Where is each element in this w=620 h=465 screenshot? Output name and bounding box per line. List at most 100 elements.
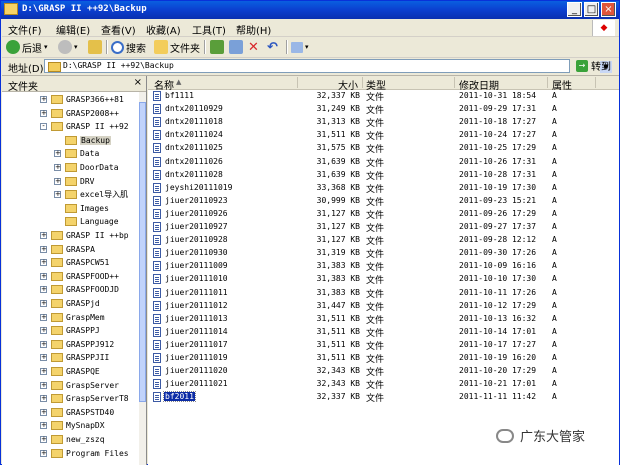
tree-item[interactable]: + DoorData <box>54 161 119 174</box>
menu-favorites[interactable]: 收藏(A) <box>146 22 181 37</box>
search-button[interactable]: 搜索 <box>111 39 146 55</box>
menu-edit[interactable]: 编辑(E) <box>56 22 90 37</box>
maximize-button[interactable]: □ <box>584 2 599 17</box>
expand-icon[interactable]: + <box>40 272 47 280</box>
views-button[interactable]: ▾ <box>291 39 309 55</box>
file-row[interactable]: jiuer20110923 30,999 KB 文件 2011-09-23 15:21… <box>148 195 619 208</box>
tree-item[interactable]: Backup <box>54 134 111 147</box>
tree-item[interactable]: + excel导入肌 <box>54 188 128 201</box>
expand-icon[interactable]: + <box>40 340 47 348</box>
go-button[interactable]: → 转到 <box>576 58 611 73</box>
file-row[interactable]: dntx20111025 31,575 KB 文件 2011-10-25 17:29 A <box>148 142 619 155</box>
tree-item[interactable]: + GRASPPJII <box>40 351 109 364</box>
menu-file[interactable]: 文件(F) <box>8 22 42 37</box>
tree-item[interactable]: + GRASPjd <box>40 297 100 310</box>
back-button[interactable]: 后退 ▾ <box>6 39 48 55</box>
tree-item[interactable]: + GRASPPJ <box>40 324 100 337</box>
expand-icon[interactable]: + <box>40 286 47 294</box>
expand-icon[interactable]: + <box>40 408 47 416</box>
file-row[interactable]: jiuer20110930 31,319 KB 文件 2011-09-30 17:26… <box>148 247 619 260</box>
column-divider[interactable] <box>297 77 298 88</box>
file-row[interactable]: jeyshi20111019 33,368 KB 文件 2011-10-19 17:3… <box>148 182 619 195</box>
file-row[interactable]: jiuer20111009 31,383 KB 文件 2011-10-09 16:16… <box>148 260 619 273</box>
expand-icon[interactable]: + <box>40 245 47 253</box>
expand-icon[interactable]: + <box>40 368 47 375</box>
copy-to-button[interactable] <box>229 39 245 55</box>
tree-item[interactable]: - GRASP II ++92 <box>40 120 129 133</box>
file-row[interactable]: bf2011 32,337 KB 文件 2011-11-11 11:42 A <box>148 391 619 404</box>
tree-item[interactable]: + GraspMem <box>40 311 105 324</box>
tree-item[interactable]: + GRASPCW51 <box>40 256 109 269</box>
expand-icon[interactable]: + <box>40 436 47 443</box>
file-row[interactable]: dntx20110929 31,249 KB 文件 2011-09-29 17:31 A <box>148 103 619 116</box>
scrollbar-thumb[interactable] <box>139 102 146 402</box>
expand-icon[interactable]: + <box>40 300 47 307</box>
expand-icon[interactable]: + <box>54 191 61 199</box>
minimize-button[interactable]: _ <box>567 2 582 17</box>
file-row[interactable]: jiuer20111012 31,447 KB 文件 2011-10-12 17:29… <box>148 300 619 313</box>
expand-icon[interactable]: + <box>40 327 47 335</box>
tree-item[interactable]: Language <box>54 215 119 228</box>
tree-item[interactable]: + GRASP2008++ <box>40 107 119 120</box>
forward-button[interactable]: ▾ <box>58 39 78 55</box>
expand-icon[interactable]: + <box>40 109 47 117</box>
up-folder-button[interactable] <box>88 39 104 55</box>
file-row[interactable]: jiuer20111020 32,343 KB 文件 2011-10-20 17:29… <box>148 365 619 378</box>
expand-icon[interactable]: + <box>54 164 61 171</box>
tree-item[interactable]: + DRV <box>54 175 94 188</box>
tree-item[interactable]: + GraspServer <box>40 379 119 392</box>
close-icon[interactable]: × <box>134 77 142 88</box>
title-bar[interactable]: D:\GRASP II ++92\Backup _ □ × <box>1 1 619 19</box>
expand-icon[interactable]: + <box>40 422 47 430</box>
file-row[interactable]: bf1111 32,337 KB 文件 2011-10-31 18:54 A <box>148 90 619 103</box>
file-row[interactable]: dntx20111018 31,313 KB 文件 2011-10-18 17:27 A <box>148 116 619 129</box>
tree-item[interactable]: + GRASPSTD40 <box>40 406 114 419</box>
folder-tree-scrollbar[interactable] <box>139 92 146 465</box>
expand-icon[interactable]: + <box>40 354 47 362</box>
file-row[interactable]: jiuer20110926 31,127 KB 文件 2011-09-26 17:29… <box>148 208 619 221</box>
column-divider[interactable] <box>454 77 455 88</box>
expand-icon[interactable]: + <box>40 381 47 389</box>
file-row[interactable]: jiuer20111014 31,511 KB 文件 2011-10-14 17:01… <box>148 326 619 339</box>
delete-button[interactable]: ✕ <box>248 39 259 55</box>
move-to-button[interactable] <box>210 39 226 55</box>
expand-icon[interactable]: + <box>40 96 47 103</box>
file-row[interactable]: jiuer20110927 31,127 KB 文件 2011-09-27 17:37… <box>148 221 619 234</box>
expand-icon[interactable]: + <box>40 259 47 267</box>
address-input[interactable]: D:\GRASP II ++92\Backup ▼ <box>44 59 612 73</box>
column-divider[interactable] <box>595 77 596 88</box>
undo-button[interactable]: ↶ <box>267 39 278 55</box>
folders-button[interactable]: 文件夹 <box>154 39 200 55</box>
file-row[interactable]: dntx20111024 31,511 KB 文件 2011-10-24 17:27 A <box>148 129 619 142</box>
expand-icon[interactable]: + <box>40 395 47 403</box>
tree-item[interactable]: + GRASPFOODJD <box>40 283 119 296</box>
file-row[interactable]: jiuer20111017 31,511 KB 文件 2011-10-17 17:27… <box>148 339 619 352</box>
tree-item[interactable]: + GRASP366++81 <box>40 93 124 106</box>
menu-help[interactable]: 帮助(H) <box>236 22 271 37</box>
file-row[interactable]: dntx20111028 31,639 KB 文件 2011-10-28 17:31 A <box>148 169 619 182</box>
file-row[interactable]: jiuer20111013 31,511 KB 文件 2011-10-13 16:32… <box>148 313 619 326</box>
tree-item[interactable]: + GRASPQE <box>40 365 100 378</box>
tree-item[interactable]: + Program Files <box>40 447 129 460</box>
file-row[interactable]: jiuer20110928 31,127 KB 文件 2011-09-28 12:12… <box>148 234 619 247</box>
tree-item[interactable]: + new_zszq <box>40 433 105 446</box>
file-row[interactable]: jiuer20111019 31,511 KB 文件 2011-10-19 16:20… <box>148 352 619 365</box>
expand-icon[interactable]: + <box>40 313 47 321</box>
file-row[interactable]: dntx20111026 31,639 KB 文件 2011-10-26 17:31 A <box>148 156 619 169</box>
expand-icon[interactable]: + <box>54 150 61 158</box>
column-divider[interactable] <box>362 77 363 88</box>
tree-item[interactable]: + Data <box>54 147 99 160</box>
file-row[interactable]: jiuer20111021 32,343 KB 文件 2011-10-21 17:01… <box>148 378 619 391</box>
column-divider[interactable] <box>547 77 548 88</box>
menu-tools[interactable]: 工具(T) <box>192 22 226 37</box>
expand-icon[interactable]: + <box>40 449 47 457</box>
file-row[interactable]: jiuer20111011 31,383 KB 文件 2011-10-11 17:26… <box>148 287 619 300</box>
collapse-icon[interactable]: - <box>40 123 47 131</box>
tree-item[interactable]: + GRASPA <box>40 243 95 256</box>
expand-icon[interactable]: + <box>40 232 47 239</box>
tree-item[interactable]: + GraspServerT8 <box>40 392 129 405</box>
menu-view[interactable]: 查看(V) <box>101 22 136 37</box>
file-row[interactable]: jiuer20111010 31,383 KB 文件 2011-10-10 17:30… <box>148 273 619 286</box>
tree-item[interactable]: + GRASPPJ912 <box>40 338 114 351</box>
tree-item[interactable]: + MySnapDX <box>40 419 105 432</box>
